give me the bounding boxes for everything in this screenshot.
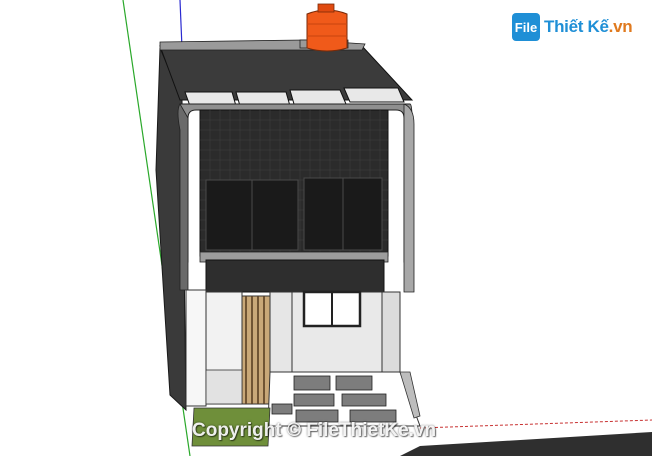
logo-text-main: Thiết Kế [544, 17, 609, 36]
logo-mark: File [512, 13, 540, 41]
tank-cap [317, 3, 335, 13]
logo-text: Thiết Kế.vn [544, 17, 633, 37]
road-strip [400, 432, 652, 456]
house-model-drawing [122, 0, 652, 457]
paving-stone [293, 375, 331, 391]
paving-stone [293, 393, 335, 407]
water-tank [306, 9, 348, 52]
skylight-panel [343, 87, 405, 103]
copyright-watermark: Copyright © FileThietKe.vn [192, 420, 437, 441]
balcony-band [205, 259, 385, 293]
logo-text-suffix: .vn [608, 17, 633, 36]
paving-stone [335, 375, 373, 391]
paving-stone [341, 393, 387, 407]
skylight-panel [289, 89, 347, 105]
red-axis [419, 419, 652, 429]
paving-stone [271, 403, 293, 415]
model-viewport[interactable] [0, 0, 652, 457]
blue-axis [179, 0, 183, 49]
left-pillar [185, 289, 207, 407]
site-logo: File Thiết Kế.vn [512, 12, 633, 42]
